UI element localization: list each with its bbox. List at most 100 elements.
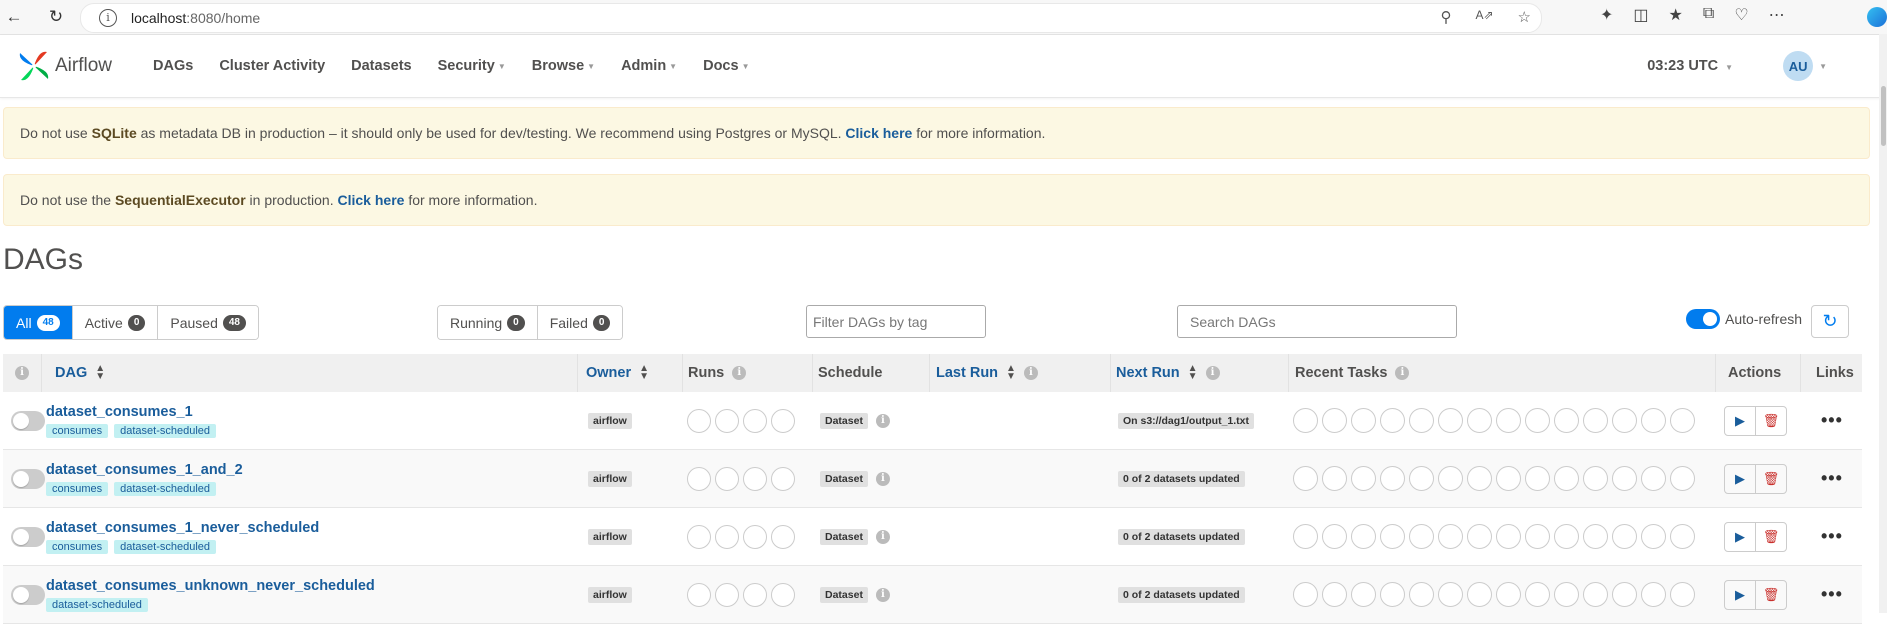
more-menu-icon[interactable]: ⋯ bbox=[1769, 5, 1785, 25]
nav-item-dags[interactable]: DAGs bbox=[140, 58, 206, 74]
trigger-dag-play-icon[interactable]: ▶ bbox=[1725, 406, 1756, 435]
dag-tag[interactable]: dataset-scheduled bbox=[114, 423, 217, 438]
task-state-circle[interactable] bbox=[1322, 582, 1347, 607]
run-state-circle[interactable] bbox=[715, 524, 739, 549]
task-state-circle[interactable] bbox=[1496, 466, 1521, 491]
dag-pause-toggle[interactable] bbox=[11, 526, 45, 547]
address-bar[interactable]: i localhost:8080/home ⚲ A⇗ ☆ bbox=[80, 3, 1542, 33]
dag-id-link[interactable]: dataset_consumes_unknown_never_scheduled bbox=[46, 578, 375, 594]
info-icon[interactable]: i bbox=[732, 366, 747, 380]
task-state-circle[interactable] bbox=[1554, 582, 1579, 607]
owner-link[interactable]: airflow bbox=[588, 412, 632, 429]
info-icon[interactable]: i bbox=[15, 366, 29, 380]
task-state-circle[interactable] bbox=[1583, 582, 1608, 607]
run-state-circle[interactable] bbox=[687, 582, 711, 607]
auto-refresh-toggle[interactable] bbox=[1686, 309, 1720, 329]
task-state-circle[interactable] bbox=[1409, 466, 1434, 491]
task-state-circle[interactable] bbox=[1496, 582, 1521, 607]
run-state-circle[interactable] bbox=[687, 466, 711, 491]
split-screen-icon[interactable]: ◫ bbox=[1633, 5, 1648, 25]
delete-dag-trash-icon[interactable]: 🗑 bbox=[1756, 407, 1786, 435]
back-icon[interactable]: ← bbox=[0, 3, 28, 31]
task-state-circle[interactable] bbox=[1438, 582, 1463, 607]
task-state-circle[interactable] bbox=[1467, 524, 1492, 549]
run-state-circle[interactable] bbox=[715, 466, 739, 491]
task-state-circle[interactable] bbox=[1293, 466, 1318, 491]
info-icon[interactable]: i bbox=[875, 471, 890, 486]
dag-tag[interactable]: dataset-scheduled bbox=[114, 539, 217, 554]
run-state-circle[interactable] bbox=[743, 524, 767, 549]
task-state-circle[interactable] bbox=[1612, 524, 1637, 549]
task-state-circle[interactable] bbox=[1380, 408, 1405, 433]
task-state-circle[interactable] bbox=[1438, 408, 1463, 433]
search-dags-input[interactable] bbox=[1177, 305, 1457, 338]
task-state-circle[interactable] bbox=[1322, 466, 1347, 491]
dag-tag[interactable]: dataset-scheduled bbox=[46, 597, 148, 612]
extensions-icon[interactable]: ✦ bbox=[1600, 5, 1613, 25]
task-state-circle[interactable] bbox=[1409, 582, 1434, 607]
copilot-icon[interactable] bbox=[1867, 7, 1887, 27]
info-icon[interactable]: i bbox=[1023, 366, 1038, 380]
dag-tag[interactable]: consumes bbox=[46, 423, 109, 438]
tag-filter-input[interactable] bbox=[806, 305, 986, 338]
nav-item-cluster-activity[interactable]: Cluster Activity bbox=[206, 58, 338, 74]
dag-tag[interactable]: consumes bbox=[46, 539, 109, 554]
nav-item-datasets[interactable]: Datasets bbox=[338, 58, 424, 74]
info-icon[interactable]: i bbox=[1205, 366, 1220, 380]
info-icon[interactable]: i bbox=[875, 529, 890, 544]
task-state-circle[interactable] bbox=[1293, 582, 1318, 607]
task-state-circle[interactable] bbox=[1409, 524, 1434, 549]
dag-pause-toggle[interactable] bbox=[11, 468, 45, 489]
task-state-circle[interactable] bbox=[1467, 582, 1492, 607]
next-run-label[interactable]: 0 of 2 datasets updated bbox=[1118, 586, 1245, 603]
task-state-circle[interactable] bbox=[1670, 408, 1695, 433]
run-state-circle[interactable] bbox=[687, 524, 711, 549]
task-state-circle[interactable] bbox=[1641, 466, 1666, 491]
page-scrollbar[interactable] bbox=[1879, 34, 1887, 613]
next-run-label[interactable]: On s3://dag1/output_1.txt bbox=[1118, 412, 1255, 429]
task-state-circle[interactable] bbox=[1380, 524, 1405, 549]
user-avatar[interactable]: AU bbox=[1783, 51, 1814, 81]
task-state-circle[interactable] bbox=[1351, 524, 1376, 549]
trigger-dag-play-icon[interactable]: ▶ bbox=[1725, 522, 1756, 551]
schedule-label[interactable]: Dataset bbox=[820, 412, 868, 429]
scrollbar-thumb[interactable] bbox=[1881, 86, 1886, 146]
schedule-label[interactable]: Dataset bbox=[820, 470, 868, 487]
nav-item-docs[interactable]: Docs ▼ bbox=[690, 58, 762, 74]
run-state-circle[interactable] bbox=[771, 408, 795, 433]
task-state-circle[interactable] bbox=[1525, 408, 1550, 433]
task-state-circle[interactable] bbox=[1380, 466, 1405, 491]
task-state-circle[interactable] bbox=[1641, 582, 1666, 607]
run-state-circle[interactable] bbox=[771, 582, 795, 607]
task-state-circle[interactable] bbox=[1322, 524, 1347, 549]
task-state-circle[interactable] bbox=[1670, 524, 1695, 549]
task-state-circle[interactable] bbox=[1496, 408, 1521, 433]
delete-dag-trash-icon[interactable]: 🗑 bbox=[1756, 581, 1786, 609]
favorites-icon[interactable]: ★ bbox=[1669, 5, 1683, 25]
dag-column-header[interactable]: DAG ▲ ▼ bbox=[55, 354, 105, 392]
task-state-circle[interactable] bbox=[1612, 466, 1637, 491]
task-state-circle[interactable] bbox=[1380, 582, 1405, 607]
task-state-circle[interactable] bbox=[1351, 582, 1376, 607]
delete-dag-trash-icon[interactable]: 🗑 bbox=[1756, 465, 1786, 493]
task-state-circle[interactable] bbox=[1554, 466, 1579, 491]
task-state-circle[interactable] bbox=[1583, 466, 1608, 491]
info-icon[interactable]: i bbox=[1395, 366, 1410, 380]
run-state-circle[interactable] bbox=[715, 408, 739, 433]
executor-click-here-link[interactable]: Click here bbox=[338, 192, 405, 208]
task-state-circle[interactable] bbox=[1554, 408, 1579, 433]
utc-time-dropdown[interactable]: 03:23 UTC ▼ bbox=[1647, 58, 1733, 74]
favorite-star-icon[interactable]: ☆ bbox=[1518, 8, 1531, 26]
task-state-circle[interactable] bbox=[1525, 524, 1550, 549]
dag-tag[interactable]: dataset-scheduled bbox=[114, 481, 217, 496]
dag-id-link[interactable]: dataset_consumes_1 bbox=[46, 404, 193, 420]
more-links-icon[interactable]: ••• bbox=[1821, 468, 1843, 489]
dag-pause-toggle[interactable] bbox=[11, 410, 45, 431]
owner-column-header[interactable]: Owner ▲ ▼ bbox=[586, 354, 649, 392]
reload-icon[interactable]: ↻ bbox=[42, 3, 70, 31]
task-state-circle[interactable] bbox=[1409, 408, 1434, 433]
site-info-icon[interactable]: i bbox=[99, 9, 117, 27]
task-state-circle[interactable] bbox=[1583, 408, 1608, 433]
run-state-circle[interactable] bbox=[743, 466, 767, 491]
task-state-circle[interactable] bbox=[1525, 582, 1550, 607]
